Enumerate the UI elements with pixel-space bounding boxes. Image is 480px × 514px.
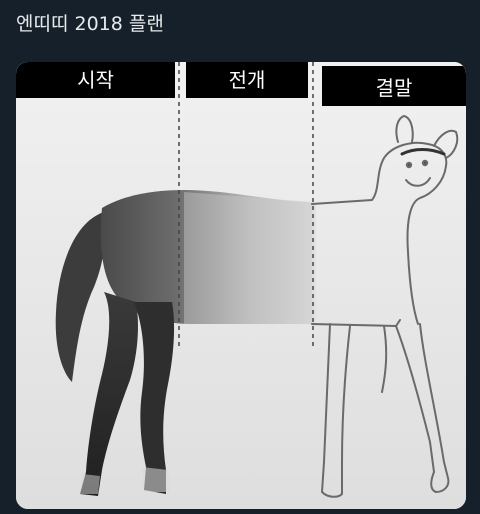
stage-label-middle: 전개 [186, 62, 308, 98]
tweet-image[interactable]: 시작 전개 결말 [16, 62, 466, 509]
stage-label-start: 시작 [16, 62, 175, 98]
stage-label-end: 결말 [322, 66, 466, 106]
tweet-text: 엔띠띠 2018 플랜 [16, 13, 164, 35]
horse-drawing-illustration [16, 62, 466, 509]
